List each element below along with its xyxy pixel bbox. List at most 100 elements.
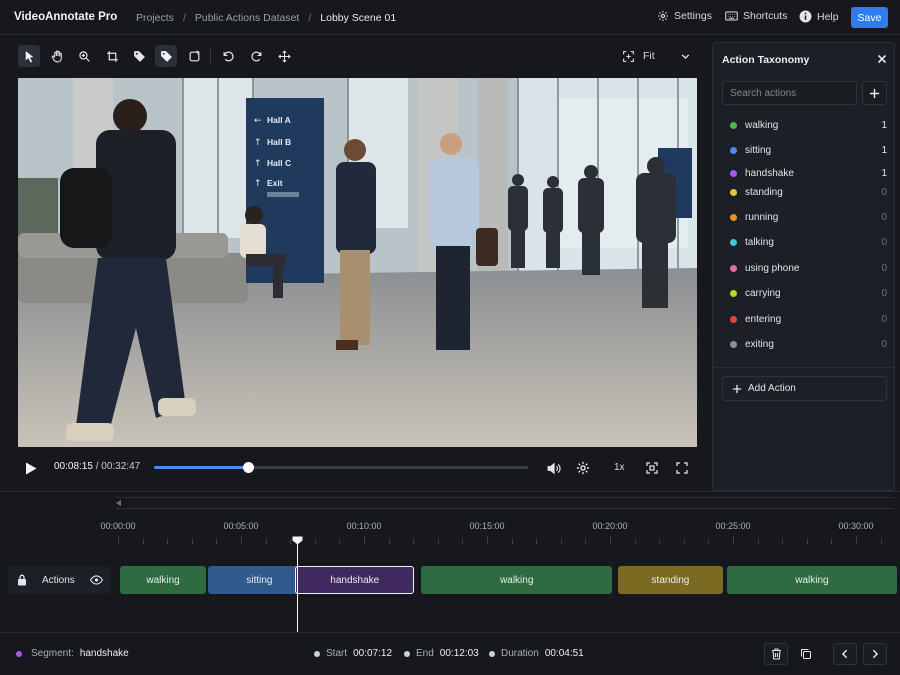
sign-item-hall-c: Hall C [267,158,291,168]
eye-icon[interactable] [90,574,103,586]
fit-screen-button[interactable] [617,45,639,67]
action-color-dot [730,169,737,177]
action-item[interactable]: walking 1 [722,115,887,135]
ruler-tick [683,539,685,544]
fit-video-button[interactable] [643,459,661,477]
action-label: walking [745,119,779,131]
action-item[interactable]: entering 0 [722,309,887,329]
video-frame: Hall A Hall B Hall C Exit ← ↑ ↑ ↑ [18,78,697,447]
redo-button[interactable] [245,45,267,67]
current-time: 00:08:15 [54,461,93,472]
track-header: Actions [8,566,111,594]
fit-screen-icon [622,50,634,62]
delete-segment-button[interactable] [764,643,788,665]
action-item[interactable]: exiting 0 [722,334,887,354]
hand-icon [51,50,62,62]
volume-button[interactable] [545,459,563,477]
duplicate-segment-button[interactable] [794,643,818,665]
settings-button[interactable]: Settings [657,10,712,22]
breadcrumb-projects[interactable]: Projects [136,12,174,24]
ruler-tick [167,539,169,544]
action-item[interactable]: running 0 [722,207,887,227]
footer: Segment: handshake Start 00:07:12 End 00… [0,632,900,675]
ruler-tick [659,539,661,544]
lock-icon[interactable] [17,574,27,586]
tag-active-tool[interactable] [155,45,177,67]
ruler-tick [610,536,611,544]
action-count: 0 [881,338,887,350]
duration-value: 00:04:51 [544,648,584,659]
scrubber[interactable] [154,462,528,473]
tag-tool[interactable] [128,45,150,67]
ruler-tick [536,539,538,544]
action-item[interactable]: talking 0 [722,232,887,252]
scrubber-handle[interactable] [243,462,255,473]
gear-icon [576,461,590,475]
breadcrumb-scene: Lobby Scene 01 [320,12,397,24]
zoom-dropdown[interactable] [674,45,696,67]
fullscreen-button[interactable] [673,459,691,477]
timeline-area [0,491,900,631]
ruler-tick [782,539,784,544]
timeline-overview-bar[interactable] [116,497,894,509]
ruler-tick [191,539,193,544]
keyboard-icon [725,11,738,21]
play-button[interactable] [22,459,40,477]
zoom-level[interactable]: Fit [643,50,655,62]
player-settings-button[interactable] [574,459,592,477]
timeline-segment[interactable]: walking [120,566,207,594]
zoom-tool[interactable] [73,45,95,67]
action-item[interactable]: handshake 1 [722,163,887,183]
action-item[interactable]: sitting 1 [722,140,887,160]
help-button[interactable]: Help [799,10,839,23]
end-value: 00:12:03 [439,648,479,659]
select-tool[interactable] [18,45,40,67]
ruler-tick [462,539,464,544]
caret-left-icon [116,500,121,506]
pan-tool[interactable] [46,45,68,67]
crop-tool[interactable] [101,45,123,67]
timeline-segment[interactable]: handshake [295,566,415,594]
timeline-segment[interactable]: standing [618,566,723,594]
video-canvas[interactable]: Hall A Hall B Hall C Exit ← ↑ ↑ ↑ [18,78,697,447]
start-dot [314,650,320,657]
segment-label: walking [500,574,534,586]
svg-text:↑: ↑ [254,138,262,148]
chevron-left-icon [841,649,848,659]
action-label: exiting [745,338,774,350]
end-label: End [416,648,434,659]
ruler-tick [708,539,710,544]
move-icon [277,49,291,63]
action-color-dot [730,188,737,196]
playhead-handle-icon[interactable] [292,536,303,545]
add-action-icon-button[interactable] [862,81,887,105]
breadcrumb-dataset[interactable]: Public Actions Dataset [195,12,299,24]
playback-speed[interactable]: 1x [614,462,625,473]
ruler-label: 00:25:00 [715,521,751,531]
action-item[interactable]: carrying 0 [722,283,887,303]
playhead[interactable] [297,540,298,632]
timeline-segment[interactable]: walking [421,566,613,594]
rotate-tool[interactable] [183,45,205,67]
ruler-label: 00:20:00 [592,521,628,531]
move-tool[interactable] [273,45,295,67]
next-segment-button[interactable] [863,643,887,665]
undo-button[interactable] [217,45,239,67]
timeline-segment[interactable]: walking [726,566,897,594]
save-button[interactable]: Save [851,7,888,28]
previous-segment-button[interactable] [833,643,857,665]
action-label: carrying [745,287,781,299]
close-icon[interactable] [876,53,888,65]
action-item[interactable]: using phone 0 [722,258,887,278]
search-actions-input[interactable] [722,81,857,105]
settings-label: Settings [674,10,712,22]
action-item[interactable]: standing 0 [722,182,887,202]
action-label: entering [745,313,782,325]
app-header: VideoAnnotate Pro Projects / Public Acti… [0,0,900,35]
ruler-tick [339,539,341,544]
add-action-button[interactable]: Add Action [722,376,887,401]
gear-icon [658,11,668,21]
shortcuts-button[interactable]: Shortcuts [725,10,787,22]
play-icon [26,462,37,474]
ruler-tick [314,539,316,544]
